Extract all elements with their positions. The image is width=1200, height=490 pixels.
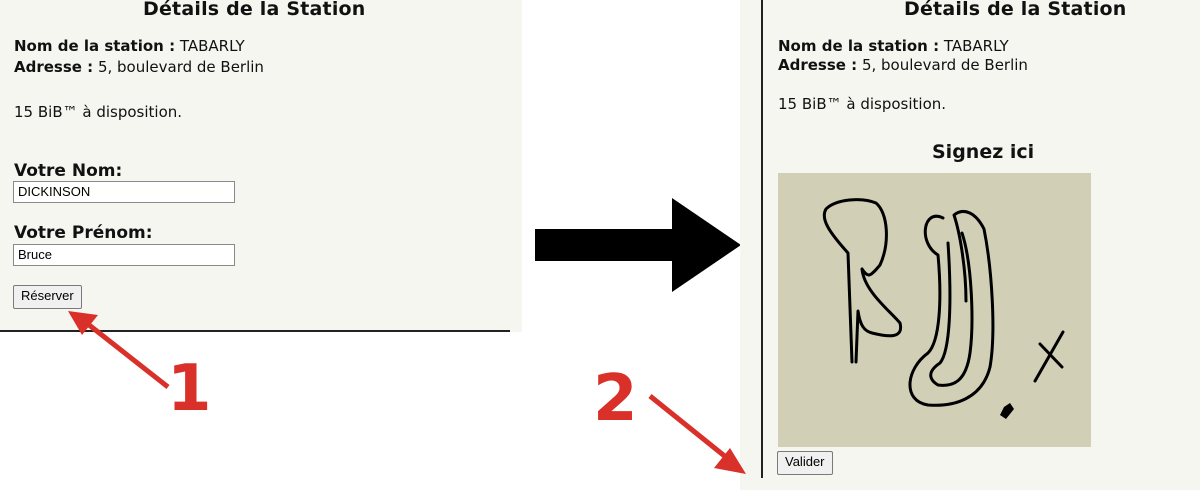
signature-title: Signez ici bbox=[932, 141, 1035, 163]
annotation-arrow-2-icon bbox=[648, 394, 746, 474]
panel-title-right: Détails de la Station bbox=[904, 0, 1127, 20]
right-arrow-icon bbox=[535, 198, 741, 292]
address-line-left: Adresse : 5, boulevard de Berlin bbox=[14, 58, 264, 76]
annotation-step-2: 2 bbox=[593, 362, 638, 436]
address-value: 5, boulevard de Berlin bbox=[861, 56, 1028, 74]
annotation-step-1: 1 bbox=[167, 352, 212, 426]
address-label: Adresse : bbox=[14, 58, 94, 76]
station-name-label: Nom de la station : bbox=[14, 37, 176, 55]
availability-text-left: 15 BiB™ à disposition. bbox=[14, 103, 183, 121]
station-name-value: TABARLY bbox=[943, 37, 1009, 55]
annotation-arrow-1-icon bbox=[68, 311, 170, 389]
signature-drawing bbox=[822, 198, 1065, 419]
panel-right-border bbox=[761, 0, 763, 478]
address-value: 5, boulevard de Berlin bbox=[97, 58, 264, 76]
station-name-line-right: Nom de la station : TABARLY bbox=[778, 37, 1009, 55]
station-name-line-left: Nom de la station : TABARLY bbox=[14, 37, 245, 55]
panel-left-edge bbox=[510, 0, 522, 332]
address-line-right: Adresse : 5, boulevard de Berlin bbox=[778, 56, 1028, 74]
last-name-label: Votre Nom: bbox=[14, 161, 123, 181]
first-name-label: Votre Prénom: bbox=[14, 223, 153, 243]
validate-button[interactable]: Valider bbox=[777, 451, 833, 475]
address-label: Adresse : bbox=[778, 56, 858, 74]
panel-title-left: Détails de la Station bbox=[143, 0, 366, 20]
last-name-field[interactable]: DICKINSON bbox=[13, 181, 235, 203]
availability-text-right: 15 BiB™ à disposition. bbox=[778, 95, 947, 113]
signature-canvas[interactable] bbox=[778, 173, 1091, 447]
station-name-value: TABARLY bbox=[179, 37, 245, 55]
first-name-field[interactable]: Bruce bbox=[13, 244, 235, 266]
station-name-label: Nom de la station : bbox=[778, 37, 940, 55]
